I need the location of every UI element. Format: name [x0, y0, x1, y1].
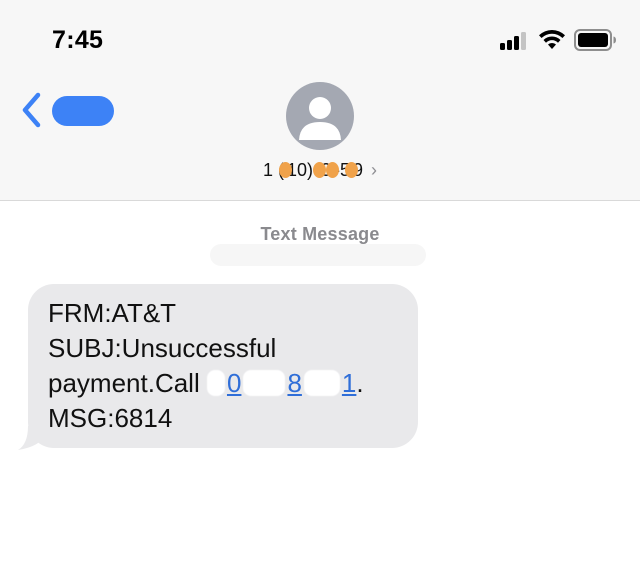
- redaction-mark: [206, 370, 225, 396]
- battery-icon: [574, 29, 616, 51]
- link-digit: 1: [341, 368, 357, 398]
- back-button[interactable]: [16, 88, 114, 132]
- redaction-mark: [243, 370, 286, 396]
- message-text: FRM:AT&T SUBJ:Unsuccessful payment.Call …: [48, 296, 418, 436]
- redaction-mark: [303, 370, 340, 396]
- message-text-segment: .: [356, 368, 364, 398]
- phone-number-link[interactable]: 0 8 1: [206, 368, 357, 398]
- message-line: FRM:AT&T: [48, 298, 177, 328]
- redacted-timestamp: [210, 244, 426, 266]
- message-line: MSG:6814: [48, 403, 173, 433]
- link-digit: 0: [226, 368, 242, 398]
- redaction-mark: [313, 162, 326, 178]
- message-line-with-link: payment.Call 0 8 1.: [48, 366, 418, 401]
- contact-avatar[interactable]: [286, 82, 354, 150]
- unread-count-badge: [52, 96, 114, 126]
- message-text-segment: payment.Call: [48, 368, 200, 398]
- cellular-signal-icon: [500, 32, 530, 50]
- link-digit: 8: [287, 368, 302, 398]
- message-line: SUBJ:Unsuccessful: [48, 333, 277, 363]
- redaction-mark: [326, 162, 340, 178]
- chevron-left-icon: [22, 92, 41, 128]
- chevron-right-icon: ›: [371, 160, 378, 180]
- status-time: 7:45: [52, 26, 104, 54]
- redaction-mark: [278, 162, 292, 178]
- wifi-icon: [539, 29, 565, 49]
- person-icon: [299, 97, 341, 140]
- contact-number[interactable]: 1 (10) 0-59›: [0, 160, 640, 181]
- thread-type-label: Text Message: [260, 224, 380, 244]
- conversation-header: 7:45 1 (10) 0-59›: [0, 0, 640, 201]
- redaction-mark: [345, 162, 359, 178]
